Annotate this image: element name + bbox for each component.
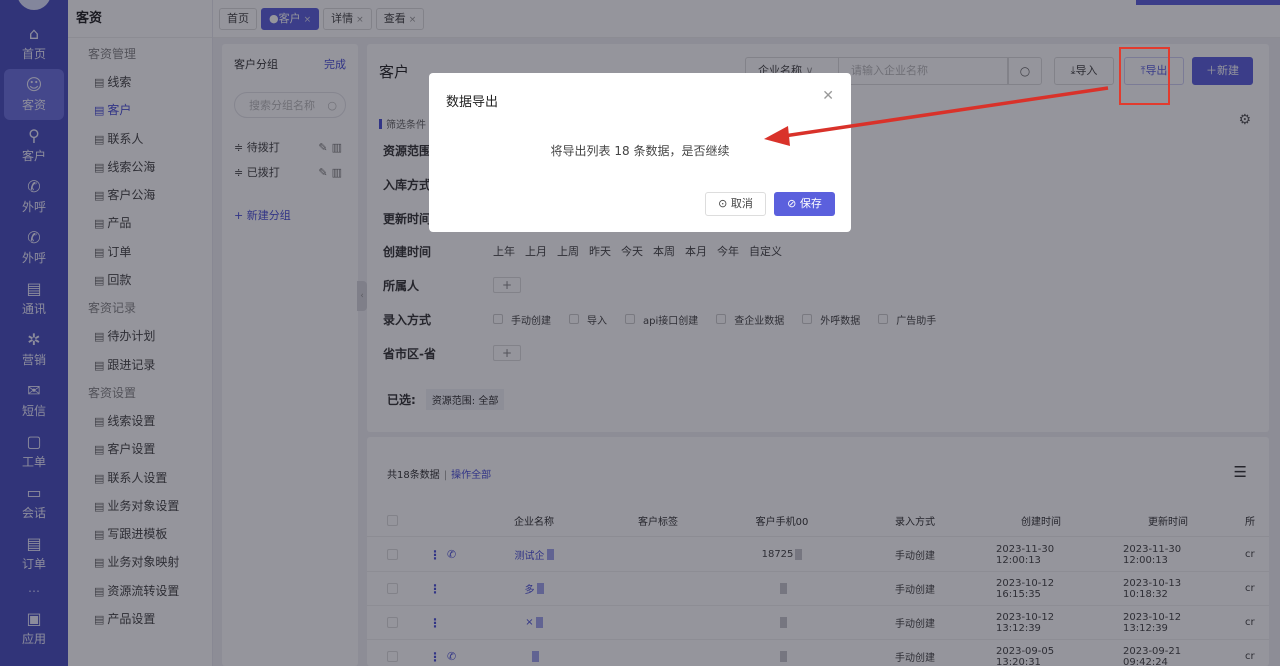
annotation-arrow	[764, 86, 1109, 146]
